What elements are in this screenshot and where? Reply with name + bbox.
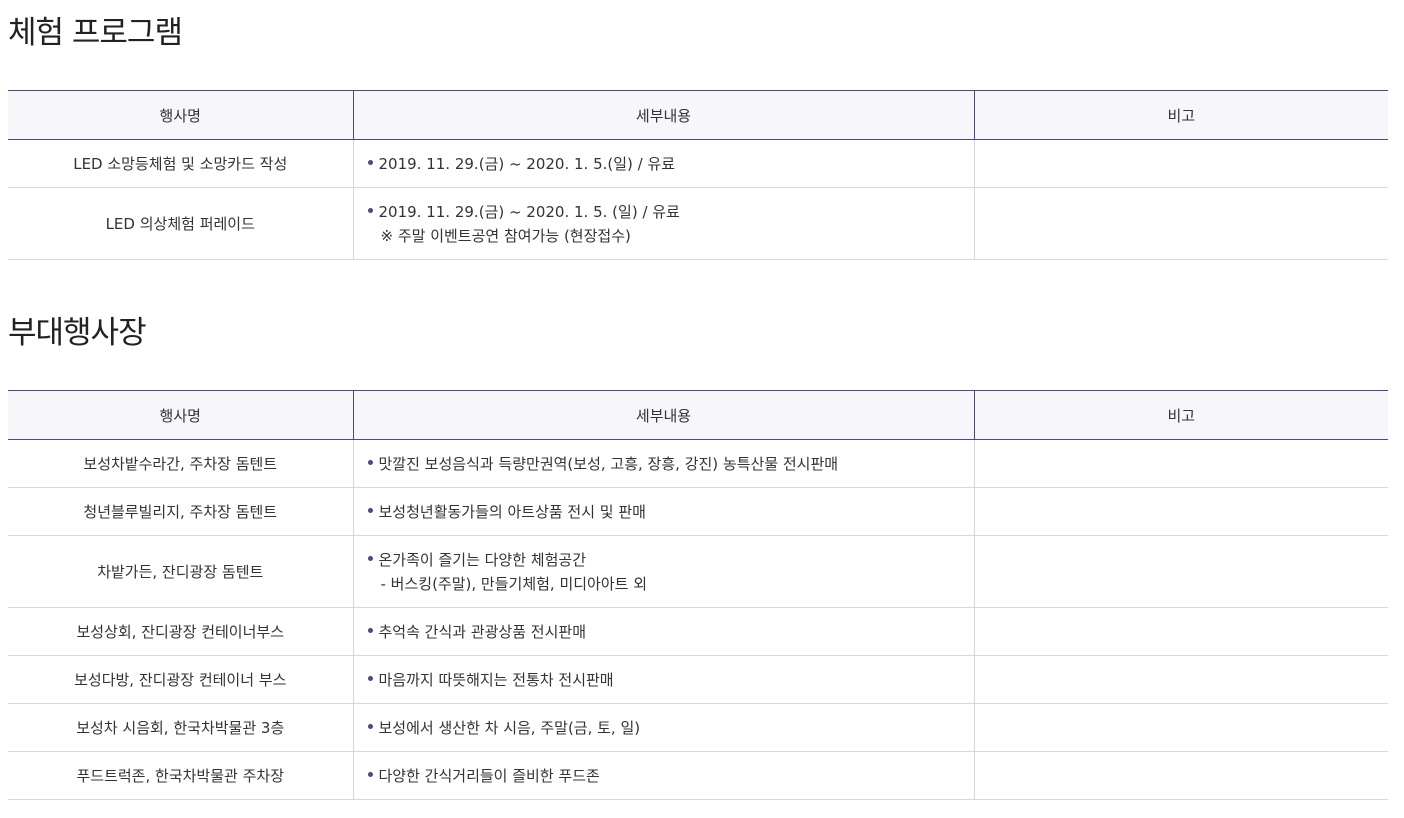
event-detail-cell: 추억속 간식과 관광상품 전시판매: [352, 607, 974, 656]
table-row: LED 의상체험 퍼레이드 2019. 11. 29.(금) ~ 2020. 1…: [8, 187, 1388, 260]
table-header-row: 행사명 세부내용 비고: [8, 390, 1388, 440]
bullet-icon: [367, 159, 373, 165]
detail-text: 추억속 간식과 관광상품 전시판매: [378, 622, 587, 641]
event-detail-cell: 온가족이 즐기는 다양한 체험공간 - 버스킹(주말), 만들기체험, 미디아아…: [352, 535, 974, 608]
column-header-notes: 비고: [973, 390, 1388, 440]
column-header-details: 세부내용: [352, 390, 974, 440]
bullet-icon: [367, 207, 373, 213]
event-name-cell: 보성다방, 잔디광장 컨테이너 부스: [8, 655, 353, 704]
table-row: LED 소망등체험 및 소망카드 작성 2019. 11. 29.(금) ~ 2…: [8, 139, 1388, 188]
column-header-details: 세부내용: [352, 90, 974, 140]
table-row: 푸드트럭존, 한국차박물관 주차장 다양한 간식거리들이 즐비한 푸드존: [8, 751, 1388, 800]
bullet-icon: [367, 675, 373, 681]
event-detail-cell: 2019. 11. 29.(금) ~ 2020. 1. 5. (일) / 유료 …: [352, 187, 974, 260]
table-row: 보성차 시음회, 한국차박물관 3층 보성에서 생산한 차 시음, 주말(금, …: [8, 703, 1388, 752]
event-name-cell: 푸드트럭존, 한국차박물관 주차장: [8, 751, 353, 800]
column-header-notes: 비고: [973, 90, 1388, 140]
detail-text: 2019. 11. 29.(금) ~ 2020. 1. 5.(일) / 유료: [378, 154, 676, 173]
event-detail-cell: 맛깔진 보성음식과 득량만권역(보성, 고흥, 장흥, 강진) 농특산물 전시판…: [352, 439, 974, 488]
event-note-cell: [973, 703, 1388, 752]
detail-text: 온가족이 즐기는 다양한 체험공간: [378, 550, 587, 569]
bullet-icon: [367, 771, 373, 777]
table-row: 보성차밭수라간, 주차장 돔텐트 맛깔진 보성음식과 득량만권역(보성, 고흥,…: [8, 439, 1388, 488]
event-note-cell: [973, 439, 1388, 488]
bullet-icon: [367, 555, 373, 561]
event-name-cell: 청년블루빌리지, 주차장 돔텐트: [8, 487, 353, 536]
event-detail-cell: 다양한 간식거리들이 즐비한 푸드존: [352, 751, 974, 800]
column-header-event-name: 행사명: [8, 90, 353, 140]
experience-program-table: 행사명 세부내용 비고 LED 소망등체험 및 소망카드 작성 2019. 11…: [8, 90, 1388, 260]
detail-text: 마음까지 따뜻해지는 전통차 전시판매: [378, 670, 614, 689]
bullet-icon: [367, 459, 373, 465]
detail-subtext: - 버스킹(주말), 만들기체험, 미디아아트 외: [380, 574, 648, 593]
bullet-icon: [367, 723, 373, 729]
detail-text: 보성에서 생산한 차 시음, 주말(금, 토, 일): [378, 718, 641, 737]
event-note-cell: [973, 655, 1388, 704]
event-detail-cell: 보성에서 생산한 차 시음, 주말(금, 토, 일): [352, 703, 974, 752]
event-detail-cell: 보성청년활동가들의 아트상품 전시 및 판매: [352, 487, 974, 536]
side-events-table: 행사명 세부내용 비고 보성차밭수라간, 주차장 돔텐트 맛깔진 보성음식과 득…: [8, 390, 1388, 800]
table-row: 청년블루빌리지, 주차장 돔텐트 보성청년활동가들의 아트상품 전시 및 판매: [8, 487, 1388, 536]
event-name-cell: 차밭가든, 잔디광장 돔텐트: [8, 535, 353, 608]
bullet-icon: [367, 507, 373, 513]
event-name-cell: 보성차 시음회, 한국차박물관 3층: [8, 703, 353, 752]
event-name-cell: 보성차밭수라간, 주차장 돔텐트: [8, 439, 353, 488]
event-note-cell: [973, 751, 1388, 800]
event-detail-cell: 2019. 11. 29.(금) ~ 2020. 1. 5.(일) / 유료: [352, 139, 974, 188]
detail-text: 다양한 간식거리들이 즐비한 푸드존: [378, 766, 600, 785]
table-row: 보성다방, 잔디광장 컨테이너 부스 마음까지 따뜻해지는 전통차 전시판매: [8, 655, 1388, 704]
event-detail-cell: 마음까지 따뜻해지는 전통차 전시판매: [352, 655, 974, 704]
table-header-row: 행사명 세부내용 비고: [8, 90, 1388, 140]
column-header-event-name: 행사명: [8, 390, 353, 440]
event-name-cell: 보성상회, 잔디광장 컨테이너부스: [8, 607, 353, 656]
detail-text: 보성청년활동가들의 아트상품 전시 및 판매: [378, 502, 646, 521]
event-name-cell: LED 의상체험 퍼레이드: [8, 187, 353, 260]
event-note-cell: [973, 139, 1388, 188]
event-note-cell: [973, 487, 1388, 536]
bullet-icon: [367, 627, 373, 633]
table-row: 보성상회, 잔디광장 컨테이너부스 추억속 간식과 관광상품 전시판매: [8, 607, 1388, 656]
detail-text: 2019. 11. 29.(금) ~ 2020. 1. 5. (일) / 유료: [378, 202, 680, 221]
table-row: 차밭가든, 잔디광장 돔텐트 온가족이 즐기는 다양한 체험공간 - 버스킹(주…: [8, 535, 1388, 608]
detail-subtext: ※ 주말 이벤트공연 참여가능 (현장접수): [380, 226, 631, 245]
detail-text: 맛깔진 보성음식과 득량만권역(보성, 고흥, 장흥, 강진) 농특산물 전시판…: [378, 454, 839, 473]
section-title-experience: 체험 프로그램: [8, 15, 183, 51]
event-name-cell: LED 소망등체험 및 소망카드 작성: [8, 139, 353, 188]
event-note-cell: [973, 535, 1388, 608]
event-note-cell: [973, 187, 1388, 260]
section-title-side-events: 부대행사장: [8, 315, 147, 351]
event-note-cell: [973, 607, 1388, 656]
